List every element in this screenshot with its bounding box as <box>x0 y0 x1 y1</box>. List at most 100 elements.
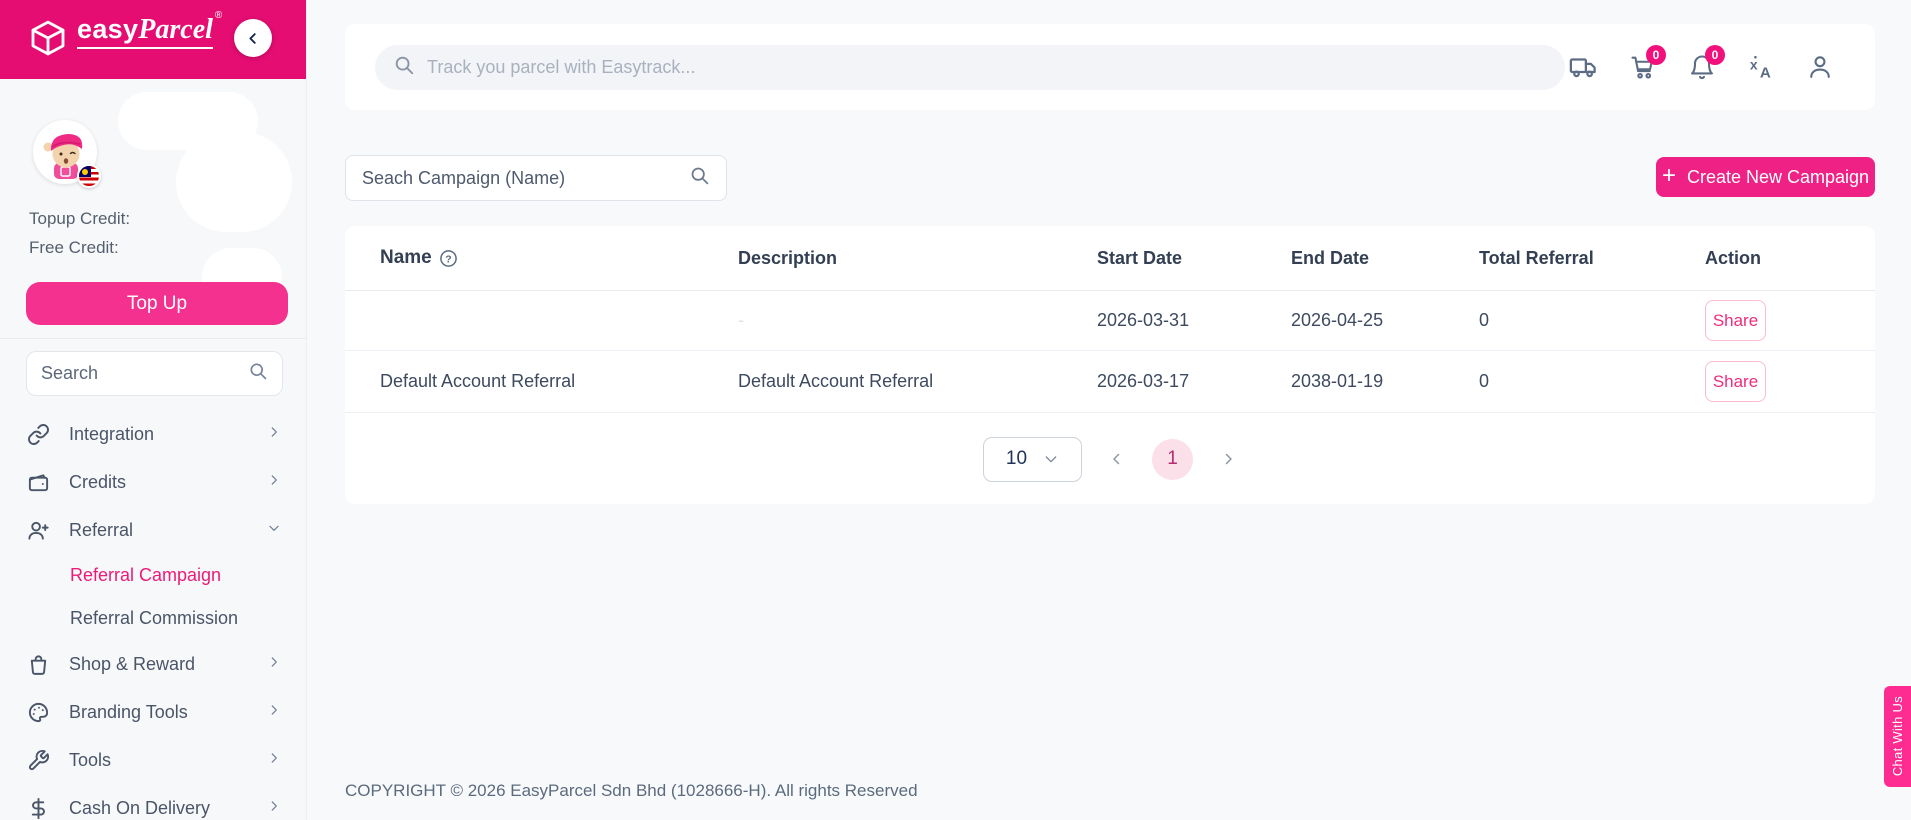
sidebar-item-label: Tools <box>69 749 112 770</box>
sidebar-item-label: Cash On Delivery <box>69 797 211 818</box>
cell-description: - <box>738 310 744 330</box>
svg-text:A: A <box>1760 65 1771 82</box>
notification-badge: 0 <box>1705 45 1725 65</box>
palette-icon <box>26 701 51 724</box>
svg-text:x: x <box>1750 56 1758 72</box>
sidebar-item-label: Credits <box>69 471 127 492</box>
chat-tab-label: Chat With Us <box>1890 696 1905 777</box>
app-window: easyParcel ® Topup Credit: Free Credit: … <box>0 0 1911 820</box>
sidebar-item-label: Branding Tools <box>69 701 188 722</box>
top-up-button[interactable]: Top Up <box>26 282 288 325</box>
user-icon[interactable] <box>1805 52 1835 82</box>
cell-end-date: 2026-04-25 <box>1291 310 1384 330</box>
topbar: 0 0 xA <box>345 24 1875 110</box>
chevron-left-icon <box>246 31 261 46</box>
link-icon <box>26 423 51 446</box>
plus-icon: + <box>1661 162 1676 189</box>
table-header-row: Name ? Description Start Date End Date T… <box>345 226 1875 291</box>
sidebar-divider <box>0 338 306 339</box>
pagination: 10 1 <box>345 414 1875 504</box>
sidebar-brand-header: easyParcel ® <box>0 0 306 79</box>
sidebar-subitem-referral-commission[interactable]: Referral Commission <box>0 597 306 640</box>
user-avatar[interactable] <box>33 120 101 188</box>
sidebar-item-referral[interactable]: Referral <box>0 506 306 554</box>
column-header-total-referral: Total Referral <box>1479 247 1594 268</box>
share-button[interactable]: Share <box>1705 300 1766 341</box>
sidebar-item-credits[interactable]: Credits <box>0 458 306 506</box>
sidebar-subitem-referral-campaign[interactable]: Referral Campaign <box>0 554 306 597</box>
sidebar-item-label: Referral <box>69 519 134 540</box>
column-header-name: Name ? <box>380 247 738 269</box>
bell-icon[interactable]: 0 <box>1687 45 1725 82</box>
cloud-decoration <box>176 132 292 232</box>
cell-name: Default Account Referral <box>380 371 576 391</box>
chevron-right-icon <box>267 799 281 818</box>
campaign-table-card: Name ? Description Start Date End Date T… <box>345 226 1875 504</box>
sidebar-item-shop-reward[interactable]: Shop & Reward <box>0 640 306 688</box>
previous-page-button[interactable] <box>1108 450 1126 468</box>
sidebar-item-cash-on-delivery[interactable]: Cash On Delivery <box>0 784 306 820</box>
column-header-end-date: End Date <box>1291 247 1370 268</box>
sidebar-menu: Integration Credits Referral Referral Ca… <box>0 410 306 820</box>
table-row: - 2026-03-31 2026-04-25 0 Share <box>345 291 1875 351</box>
cart-badge: 0 <box>1646 45 1666 65</box>
cube-icon <box>28 18 68 63</box>
next-page-button[interactable] <box>1219 450 1237 468</box>
cell-total-referral: 0 <box>1479 371 1490 391</box>
sidebar-search-box <box>26 351 283 396</box>
campaign-search-input[interactable] <box>362 167 689 189</box>
easyparcel-logo: easyParcel ® <box>28 10 222 63</box>
sidebar-item-tools[interactable]: Tools <box>0 736 306 784</box>
chevron-right-icon <box>267 751 281 770</box>
translate-icon[interactable]: xA <box>1746 52 1776 82</box>
page-size-select[interactable]: 10 <box>983 436 1082 482</box>
page-size-value: 10 <box>1005 448 1028 469</box>
sidebar-item-branding-tools[interactable]: Branding Tools <box>0 688 306 736</box>
help-circle-icon[interactable]: ? <box>439 249 458 268</box>
cell-description: Default Account Referral <box>738 371 934 391</box>
track-parcel-input[interactable] <box>427 57 1547 78</box>
sidebar-item-label: Integration <box>69 423 155 444</box>
search-icon <box>248 361 268 386</box>
chat-with-us-tab[interactable]: Chat With Us <box>1884 686 1911 787</box>
topup-credit-label: Topup Credit: <box>29 209 131 228</box>
campaign-search-box <box>345 155 727 201</box>
malaysia-flag-badge <box>77 164 101 188</box>
create-new-campaign-button[interactable]: + Create New Campaign <box>1656 157 1875 197</box>
wallet-icon <box>26 471 51 494</box>
sidebar-search-input[interactable] <box>41 363 248 384</box>
registered-mark: ® <box>214 10 223 21</box>
svg-text:?: ? <box>445 254 451 265</box>
person-add-icon <box>26 519 51 542</box>
dollar-icon <box>26 797 51 820</box>
chevron-right-icon <box>267 473 281 492</box>
cell-start-date: 2026-03-17 <box>1097 371 1190 391</box>
column-header-description: Description <box>738 247 838 268</box>
share-button[interactable]: Share <box>1705 361 1766 402</box>
table-row: Default Account Referral Default Account… <box>345 351 1875 413</box>
chevron-down-icon <box>1043 451 1059 467</box>
copyright-text: COPYRIGHT © 2026 EasyParcel Sdn Bhd (102… <box>345 781 918 800</box>
search-icon <box>689 165 710 191</box>
chevron-right-icon <box>267 425 281 444</box>
wrench-icon <box>26 749 51 772</box>
chevron-right-icon <box>267 703 281 722</box>
sidebar-item-integration[interactable]: Integration <box>0 410 306 458</box>
column-header-start-date: Start Date <box>1097 247 1183 268</box>
topbar-icons: 0 0 xA <box>1569 24 1835 110</box>
sidebar-collapse-button[interactable] <box>234 19 272 57</box>
truck-icon[interactable] <box>1569 52 1599 82</box>
cart-icon[interactable]: 0 <box>1628 45 1666 82</box>
create-button-label: Create New Campaign <box>1686 166 1870 187</box>
sidebar: easyParcel ® Topup Credit: Free Credit: … <box>0 0 307 820</box>
cell-total-referral: 0 <box>1479 310 1490 330</box>
cell-start-date: 2026-03-31 <box>1097 310 1190 330</box>
free-credit-label: Free Credit: <box>29 238 119 257</box>
cell-end-date: 2038-01-19 <box>1291 371 1384 391</box>
bag-icon <box>26 653 51 676</box>
column-header-action: Action <box>1705 247 1761 268</box>
current-page-button[interactable]: 1 <box>1152 438 1193 480</box>
track-parcel-search-box <box>375 45 1565 90</box>
sidebar-item-label: Shop & Reward <box>69 653 196 674</box>
search-icon <box>393 54 415 81</box>
